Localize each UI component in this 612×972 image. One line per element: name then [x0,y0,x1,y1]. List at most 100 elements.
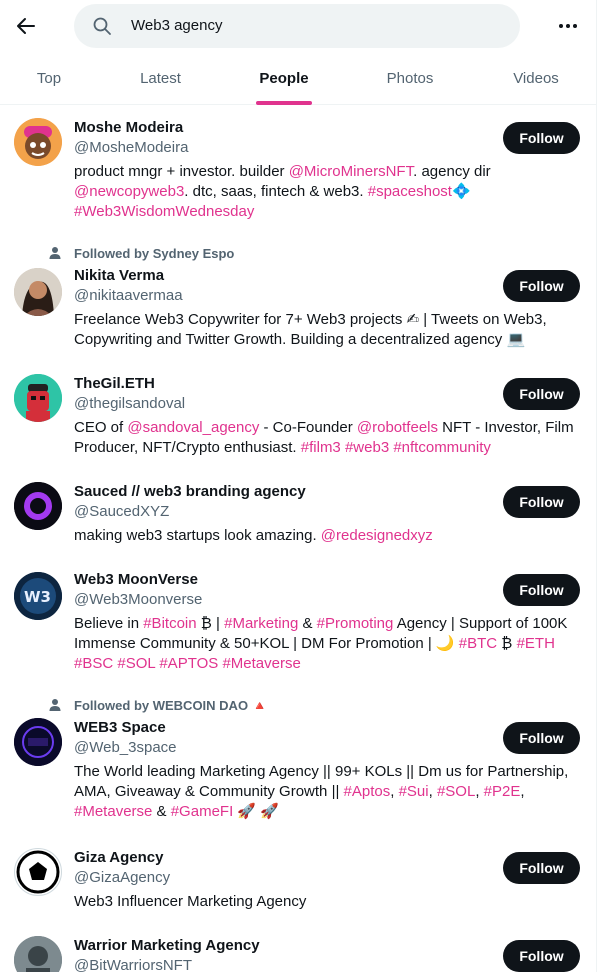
avatar[interactable] [14,848,62,896]
tab-people[interactable]: People [223,53,345,105]
user-handle[interactable]: @Web3Moonverse [74,590,202,610]
user-name[interactable]: WEB3 Space [74,718,166,738]
mention-link[interactable]: @newcopyweb3 [74,183,184,200]
hashtag-link[interactable]: #BTC [459,635,497,652]
user-result[interactable]: Moshe Modeira @MosheModeira Follow produ… [0,106,597,234]
follow-button[interactable]: Follow [503,122,580,154]
bio-text: & [298,615,317,632]
bio-text: 🚀 🚀 [233,803,279,820]
bio-line: CEO of @sandoval_agency - Co-Founder @ro… [74,418,586,438]
user-bio: CEO of @sandoval_agency - Co-Founder @ro… [74,418,586,458]
user-result[interactable]: Sauced // web3 branding agency @SaucedXY… [0,472,597,560]
avatar[interactable] [14,374,62,422]
search-input[interactable]: Web3 agency [131,16,222,36]
hashtag-link[interactable]: #Web3WisdomWednesday [74,203,254,220]
user-handle[interactable]: @thegilsandoval [74,394,185,414]
hashtag-link[interactable]: #Metaverse [74,803,152,820]
follow-button[interactable]: Follow [503,940,580,972]
bio-text: NFT - Investor, Film [438,419,574,436]
tab-videos[interactable]: Videos [475,53,597,105]
more-horizontal-icon [559,24,577,28]
tab-latest[interactable]: Latest [98,53,223,105]
user-name[interactable]: Moshe Modeira [74,118,183,138]
mention-link[interactable]: @sandoval_agency [127,419,259,436]
logo-text: W3 [24,588,51,606]
mention-link[interactable]: @MicroMinersNFT [289,163,413,180]
hashtag-link[interactable]: #SOL [117,655,155,672]
bio-text: Freelance Web3 Copywriter for 7+ Web3 pr… [74,311,547,328]
hashtag-link[interactable]: #BSC [74,655,113,672]
user-bio: The World leading Marketing Agency || 99… [74,762,586,822]
hashtag-link[interactable]: #ETH [517,635,555,652]
bio-text: AMA, Giveaway & Community Growth || [74,783,344,800]
user-result[interactable]: Followed by WEBCOIN DAO 🔺 WEB3 Space @We… [0,688,597,838]
user-handle[interactable]: @GizaAgency [74,868,170,888]
user-result[interactable]: W3 Web3 MoonVerse @Web3Moonverse Follow … [0,560,597,688]
avatar[interactable] [14,936,62,972]
mention-link[interactable]: @robotfeels [357,419,438,436]
bio-line: Copywriting and Twitter Growth. Building… [74,330,586,350]
more-button[interactable] [556,14,580,38]
bio-text: Copywriting and Twitter Growth. Building… [74,331,526,348]
avatar[interactable] [14,268,62,316]
hashtag-link[interactable]: #web3 [345,439,389,456]
user-name[interactable]: Giza Agency [74,848,163,868]
person-icon [49,699,61,711]
user-name[interactable]: Nikita Verma [74,266,164,286]
bio-line: Producer, NFT/Crypto enthusiast. #film3 … [74,438,586,458]
follow-button[interactable]: Follow [503,270,580,302]
follow-button[interactable]: Follow [503,486,580,518]
hashtag-link[interactable]: #spaceshost [368,183,452,200]
hashtag-link[interactable]: #Aptos [344,783,391,800]
back-button[interactable] [14,14,38,38]
user-result[interactable]: Warrior Marketing Agency @BitWarriorsNFT… [0,926,597,972]
bio-line: Freelance Web3 Copywriter for 7+ Web3 pr… [74,310,586,330]
avatar[interactable] [14,482,62,530]
user-name[interactable]: Sauced // web3 branding agency [74,482,306,502]
hashtag-link[interactable]: #Promoting [317,615,394,632]
follow-button[interactable]: Follow [503,378,580,410]
tab-top[interactable]: Top [0,53,98,105]
hashtag-link[interactable]: #GameFI [171,803,234,820]
bio-line: Immense Community & 50+KOL | DM For Prom… [74,634,586,654]
hashtag-link[interactable]: #Sui [399,783,429,800]
bio-line: The World leading Marketing Agency || 99… [74,762,586,782]
follow-button[interactable]: Follow [503,852,580,884]
user-handle[interactable]: @BitWarriorsNFT [74,956,192,972]
user-result[interactable]: TheGil.ETH @thegilsandoval Follow CEO of… [0,364,597,472]
hashtag-link[interactable]: #Metaverse [222,655,300,672]
avatar[interactable] [14,118,62,166]
user-result[interactable]: Giza Agency @GizaAgency Follow Web3 Infl… [0,838,597,926]
user-result[interactable]: Followed by Sydney Espo Nikita Verma @ni… [0,234,597,364]
follow-button[interactable]: Follow [503,722,580,754]
user-handle[interactable]: @Web_3space [74,738,177,758]
hashtag-link[interactable]: #nftcommunity [393,439,491,456]
bio-text: Believe in [74,615,144,632]
follow-button[interactable]: Follow [503,574,580,606]
avatar[interactable] [14,718,62,766]
bio-text: The World leading Marketing Agency || 99… [74,763,569,780]
user-name[interactable]: Web3 MoonVerse [74,570,198,590]
hashtag-link[interactable]: #Bitcoin [143,615,196,632]
user-name[interactable]: Warrior Marketing Agency [74,936,260,956]
mention-link[interactable]: @redesignedxyz [321,527,433,544]
bio-text: , [390,783,399,800]
hashtag-link[interactable]: #Marketing [224,615,298,632]
bio-line: Believe in #Bitcoin ₿ | #Marketing & #Pr… [74,614,586,634]
user-handle[interactable]: @SaucedXYZ [74,502,169,522]
bio-text: - Co-Founder [259,419,357,436]
hashtag-link[interactable]: #P2E [484,783,521,800]
avatar[interactable]: W3 [14,572,62,620]
user-name[interactable]: TheGil.ETH [74,374,155,394]
user-handle[interactable]: @nikitaavermaa [74,286,183,306]
hashtag-link[interactable]: #film3 [301,439,341,456]
social-context: Followed by WEBCOIN DAO 🔺 [74,698,268,713]
bio-line: #Web3WisdomWednesday [74,202,586,222]
hashtag-link[interactable]: #APTOS [159,655,218,672]
bio-text: ₿ | [196,615,225,632]
user-handle[interactable]: @MosheModeira [74,138,188,158]
bio-text: , [475,783,484,800]
search-box[interactable]: Web3 agency [74,4,520,48]
tab-photos[interactable]: Photos [345,53,475,105]
hashtag-link[interactable]: #SOL [437,783,475,800]
